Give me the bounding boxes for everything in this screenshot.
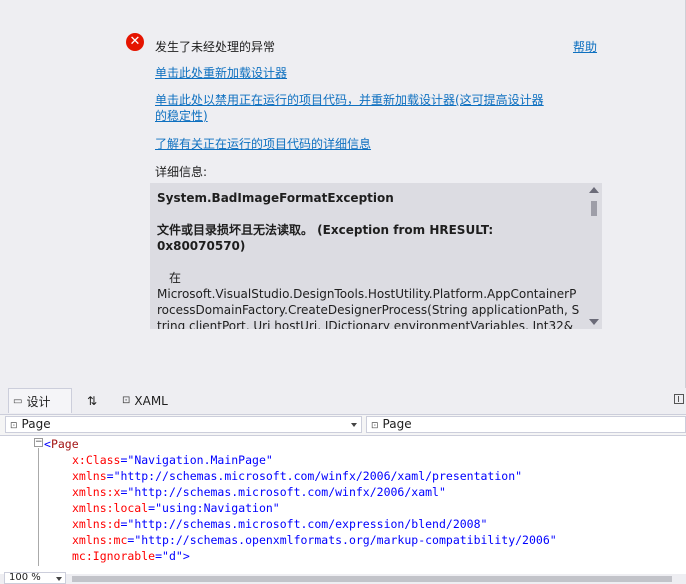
code-value: "http://schemas.microsoft.com/winfx/2006…	[127, 485, 446, 499]
code-attr: xmlns:mc	[72, 533, 128, 547]
horizontal-scrollbar[interactable]	[72, 576, 672, 582]
exception-type: System.BadImageFormatException	[157, 191, 394, 205]
code-line: xmlns="http://schemas.microsoft.com/winf…	[72, 469, 523, 483]
code-value: "http://schemas.microsoft.com/expression…	[127, 517, 488, 531]
stack-at-label: 在	[169, 271, 182, 285]
code-value: "using:Navigation"	[155, 501, 280, 515]
tab-design-label: 设计	[26, 394, 51, 409]
tab-xaml[interactable]: ⊡ XAML	[122, 388, 182, 413]
design-icon: ▭	[13, 395, 23, 407]
details-content: System.BadImageFormatException 文件或目录损坏且无…	[157, 190, 581, 329]
code-attr: xmlns	[72, 469, 107, 483]
code-line: xmlns:d="http://schemas.microsoft.com/ex…	[72, 517, 488, 531]
stack-trace: Microsoft.VisualStudio.DesignTools.HostU…	[157, 287, 580, 329]
editor-gutter	[0, 436, 25, 574]
zoom-value: 100 %	[9, 572, 41, 583]
xaml-icon: ⊡	[122, 395, 131, 406]
details-scrollbar[interactable]	[586, 183, 602, 329]
view-tabbar: ▭ 设计 ⇅ ⊡ XAML	[0, 388, 686, 415]
type-dropdown-value: Page	[21, 417, 51, 431]
code-attr: xmlns:local	[72, 501, 149, 515]
help-link[interactable]: 帮助	[573, 38, 597, 55]
disable-link-line1: 单击此处以禁用正在运行的项目代码，并重新加载设计器(这可提高设计器	[155, 93, 544, 107]
type-dropdown[interactable]: ⊡ Page	[5, 416, 362, 433]
code-attr: mc:Ignorable	[72, 549, 156, 563]
error-x-icon: ✕	[126, 33, 144, 51]
error-title: 发生了未经处理的异常	[155, 40, 276, 54]
tab-xaml-label: XAML	[134, 393, 168, 408]
chevron-down-icon	[56, 577, 62, 581]
scroll-thumb[interactable]	[591, 201, 597, 216]
disable-project-code-link[interactable]: 单击此处以禁用正在运行的项目代码，并重新加载设计器(这可提高设计器 的稳定性)	[155, 92, 544, 124]
designer-surface: ✕ 发生了未经处理的异常 帮助 单击此处重新加载设计器 单击此处以禁用正在运行的…	[0, 0, 686, 388]
member-dropdown-value: Page	[382, 417, 412, 431]
exception-message: 文件或目录损坏且无法读取。 (Exception from HRESULT: 0…	[157, 223, 494, 253]
code-line: xmlns:x="http://schemas.microsoft.com/wi…	[72, 485, 446, 499]
xaml-editor[interactable]: − <Page x:Class="Navigation.MainPage" xm…	[0, 436, 686, 574]
split-view-icon[interactable]	[674, 394, 684, 404]
collapse-icon[interactable]: −	[34, 438, 43, 447]
code-attr: xmlns:d	[72, 517, 121, 531]
chevron-down-icon	[351, 423, 357, 427]
reload-designer-link[interactable]: 单击此处重新加载设计器	[155, 65, 287, 81]
navigation-bar: ⊡ Page ⊡ Page	[0, 415, 686, 436]
fold-line	[38, 448, 39, 566]
code-line: x:Class="Navigation.MainPage"	[72, 453, 273, 467]
code-attr: x:Class	[72, 453, 121, 467]
element-icon: ⊡	[371, 421, 379, 431]
disable-link-line2: 的稳定性)	[155, 109, 208, 123]
tab-design[interactable]: ▭ 设计	[8, 388, 72, 413]
code-line: <Page	[44, 437, 79, 451]
learn-more-link[interactable]: 了解有关正在运行的项目代码的详细信息	[155, 136, 371, 152]
code-value: "http://schemas.openxmlformats.org/marku…	[134, 533, 557, 547]
details-box[interactable]: System.BadImageFormatException 文件或目录损坏且无…	[150, 183, 602, 329]
swap-icon: ⇅	[86, 393, 98, 408]
code-line: xmlns:mc="http://schemas.openxmlformats.…	[72, 533, 557, 547]
scroll-up-icon[interactable]	[589, 187, 599, 193]
code-tag: Page	[50, 437, 79, 451]
zoom-dropdown[interactable]: 100 %	[4, 572, 66, 584]
editor-statusbar: 100 %	[0, 572, 686, 584]
scroll-down-icon[interactable]	[589, 319, 599, 325]
swap-panes-button[interactable]: ⇅	[82, 388, 102, 413]
code-value: "http://schemas.microsoft.com/winfx/2006…	[113, 469, 523, 483]
code-value: "d"	[162, 549, 183, 563]
code-attr: xmlns:x	[72, 485, 121, 499]
member-dropdown[interactable]: ⊡ Page	[366, 416, 686, 433]
code-line: xmlns:local="using:Navigation"	[72, 501, 280, 515]
code-value: "Navigation.MainPage"	[127, 453, 273, 467]
details-label: 详细信息:	[155, 165, 208, 179]
code-line: mc:Ignorable="d">	[72, 549, 190, 563]
element-icon: ⊡	[10, 421, 18, 431]
